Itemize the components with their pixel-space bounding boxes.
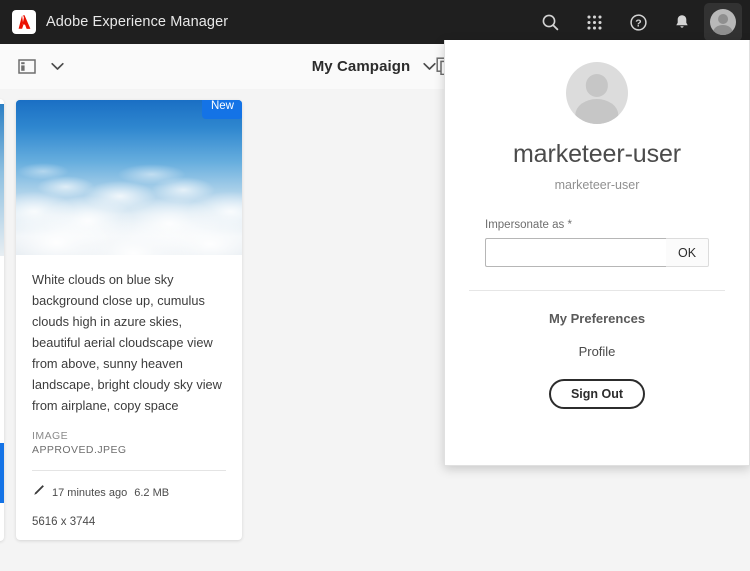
asset-card-body: White clouds on blue sky background clos… — [16, 255, 242, 528]
impersonate-label: Impersonate as * — [485, 219, 572, 231]
header-actions: ? — [528, 0, 746, 44]
page-title[interactable]: My Campaign — [312, 58, 411, 75]
apps-grid-icon[interactable] — [572, 0, 616, 44]
signout-wrapper: Sign Out — [445, 379, 749, 409]
brand-title: Adobe Experience Manager — [46, 14, 229, 30]
asset-modified-row: 17 minutes ago 6.2 MB — [32, 484, 226, 502]
toolbar-left — [0, 54, 66, 80]
help-icon[interactable]: ? — [616, 0, 660, 44]
pencil-icon — [32, 484, 45, 502]
divider — [32, 470, 226, 471]
asset-dimensions: 5616 x 3744 — [32, 516, 96, 528]
asset-thumbnail: New — [16, 100, 242, 255]
top-header: Adobe Experience Manager ? — [0, 0, 750, 44]
card-partial-previous[interactable] — [0, 99, 4, 541]
popover-divider — [469, 290, 725, 291]
side-panel-icon[interactable] — [14, 54, 40, 80]
svg-text:?: ? — [635, 17, 641, 29]
user-avatar-icon — [710, 9, 736, 35]
profile-link[interactable]: Profile — [445, 344, 749, 359]
notifications-bell-icon[interactable] — [660, 0, 704, 44]
ok-button[interactable]: OK — [666, 238, 709, 267]
popover-avatar-icon — [566, 62, 628, 124]
user-popover: marketeer-user marketeer-user Impersonat… — [444, 40, 750, 466]
popover-userid: marketeer-user — [554, 178, 640, 192]
avatar[interactable] — [704, 3, 742, 41]
adobe-logo-icon — [12, 10, 36, 34]
popover-username: marketeer-user — [512, 140, 682, 168]
asset-filename: APPROVED.JPEG — [32, 444, 127, 456]
status-badge: New — [201, 100, 242, 119]
sign-out-button[interactable]: Sign Out — [548, 379, 646, 409]
card-partial-thumbnail — [0, 104, 4, 256]
asset-type: IMAGE — [32, 430, 69, 442]
my-preferences-link[interactable]: My Preferences — [445, 311, 749, 326]
impersonate-input[interactable] — [485, 238, 666, 267]
asset-description: White clouds on blue sky background clos… — [32, 272, 222, 413]
asset-modified-time: 17 minutes ago — [52, 487, 128, 499]
asset-card[interactable]: New White clouds on blue sky background … — [16, 100, 242, 540]
rail-chevron-down-icon[interactable] — [48, 58, 66, 76]
impersonate-input-row: OK — [485, 238, 709, 267]
asset-size: 6.2 MB — [134, 487, 170, 499]
impersonate-field: Impersonate as * OK — [485, 219, 709, 267]
card-partial-accent — [0, 443, 4, 503]
cloud-image — [16, 100, 242, 255]
app-root: Adobe Experience Manager ? My Campaign N… — [0, 0, 750, 571]
brand[interactable]: Adobe Experience Manager — [0, 10, 228, 34]
search-icon[interactable] — [528, 0, 572, 44]
